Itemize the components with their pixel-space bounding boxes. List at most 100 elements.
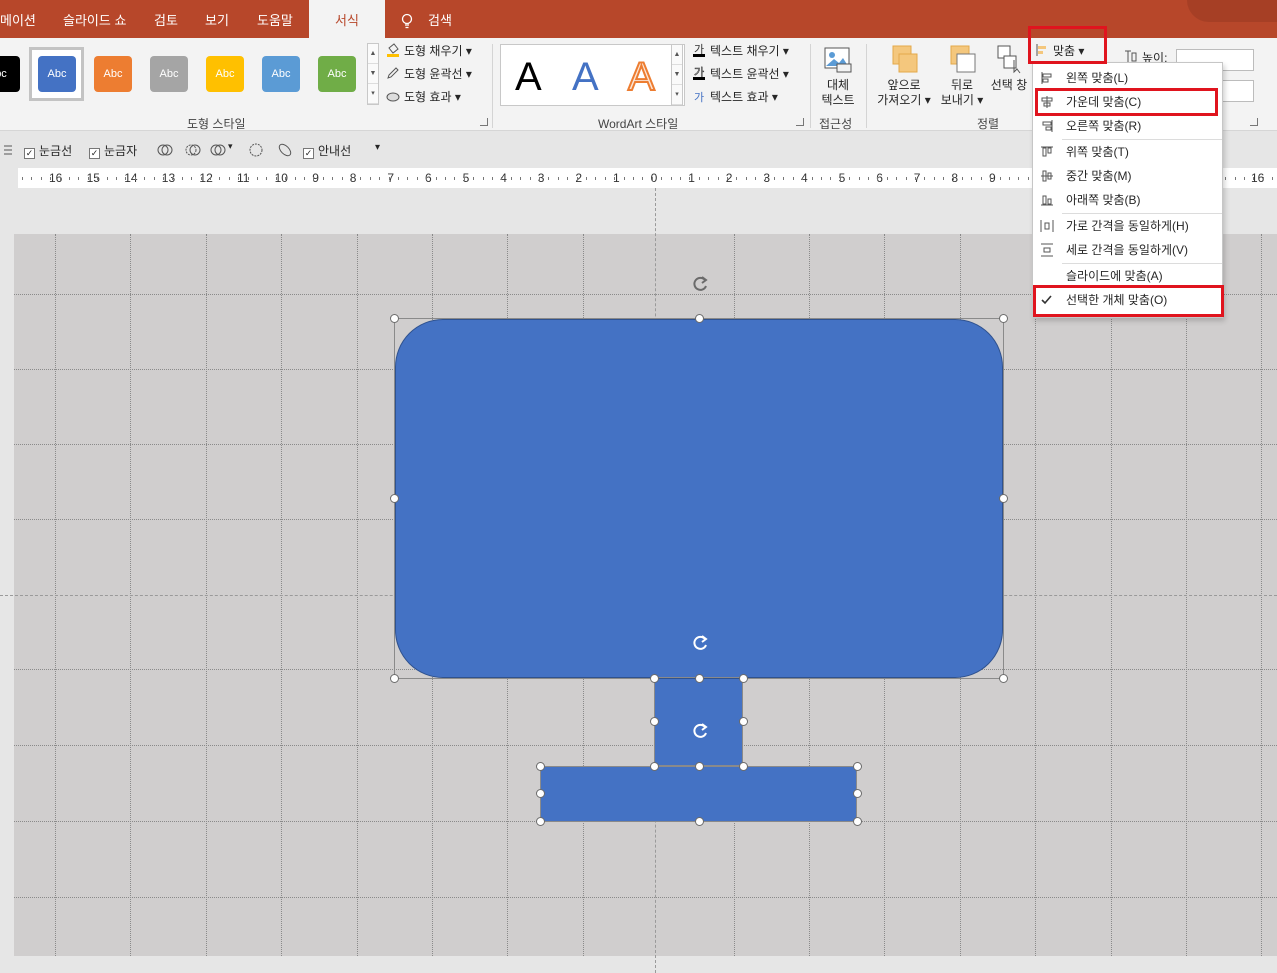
- wordart-gallery[interactable]: A A A ▲ ▼ ▾: [500, 44, 685, 106]
- union-shapes-icon[interactable]: [185, 142, 201, 158]
- guides-checkbox[interactable]: ✓ 안내선: [303, 142, 351, 159]
- resize-handle[interactable]: [389, 493, 399, 503]
- ruler-tick: [924, 177, 926, 180]
- menu-item-align-right[interactable]: 오른쪽 맞춤(R): [1033, 114, 1222, 138]
- ruler-tick: [191, 177, 193, 180]
- ribbon-separator: [810, 44, 811, 128]
- shape-style-green[interactable]: Abc: [318, 56, 356, 92]
- wordart-style-blue[interactable]: A: [572, 55, 599, 99]
- rotate-handle-icon[interactable]: [690, 633, 710, 653]
- resize-handle[interactable]: [694, 673, 704, 683]
- resize-handle[interactable]: [852, 761, 862, 771]
- ruler-tick: [971, 177, 973, 180]
- shape-style-gray[interactable]: Abc: [150, 56, 188, 92]
- text-effects-button[interactable]: 가 텍스트 효과 ▾: [692, 87, 778, 107]
- alt-text-button[interactable]: 대체 텍스트: [818, 44, 858, 108]
- menu-item-align-left[interactable]: 왼쪽 맞춤(L): [1033, 66, 1222, 90]
- resize-handle[interactable]: [738, 716, 748, 726]
- selection-pane-label: 선택 창: [990, 78, 1028, 92]
- menu-item-distribute-vertical[interactable]: 세로 간격을 동일하게(V): [1033, 238, 1222, 262]
- rotate-handle-icon[interactable]: [690, 721, 710, 741]
- shape-styles-launcher-icon[interactable]: [480, 118, 488, 126]
- menu-item-align-middle[interactable]: 중간 맞춤(M): [1033, 164, 1222, 188]
- resize-handle[interactable]: [738, 761, 748, 771]
- resize-handle[interactable]: [389, 313, 399, 323]
- shape-style-gold[interactable]: Abc: [206, 56, 244, 92]
- wordart-launcher-icon[interactable]: [796, 118, 804, 126]
- bring-forward-button[interactable]: 앞으로 가져오기 ▾: [874, 44, 934, 108]
- text-effects-label: 텍스트 효과: [710, 90, 769, 104]
- ruler-tick: [595, 177, 597, 180]
- resize-handle[interactable]: [852, 788, 862, 798]
- ruler-tick: [905, 177, 907, 180]
- combine-shapes-icon[interactable]: [210, 142, 226, 158]
- tab-format[interactable]: 서식: [309, 0, 385, 38]
- fragment-shapes-icon[interactable]: [277, 142, 293, 158]
- ruler-tick: [416, 177, 418, 180]
- text-fill-button[interactable]: 가 텍스트 채우기 ▾: [692, 41, 789, 61]
- shape-fill-button[interactable]: 도형 채우기 ▾: [386, 41, 472, 61]
- ruler-checkbox[interactable]: ✓ 눈금자: [89, 142, 137, 159]
- shape-style-label: bc: [0, 68, 7, 80]
- tab-help[interactable]: 도움말: [257, 0, 293, 38]
- ruler-tick: [341, 177, 343, 180]
- alt-text-icon: [824, 47, 852, 73]
- resize-handle[interactable]: [852, 816, 862, 826]
- wordart-style-orange-outline[interactable]: A: [627, 54, 656, 100]
- text-outline-button[interactable]: 가 텍스트 윤곽선 ▾: [692, 64, 789, 84]
- menu-item-align-top[interactable]: 위쪽 맞춤(T): [1033, 140, 1222, 164]
- shape-outline-button[interactable]: 도형 윤곽선 ▾: [386, 64, 472, 84]
- resize-handle[interactable]: [694, 761, 704, 771]
- tab-review[interactable]: 검토: [154, 0, 178, 38]
- combine-dropdown-arrow[interactable]: ▾: [228, 141, 233, 152]
- resize-handle[interactable]: [694, 313, 704, 323]
- shape-style-blue[interactable]: Abc: [38, 56, 76, 92]
- intersect-shapes-icon[interactable]: [248, 142, 264, 158]
- arrange-group-label: 정렬: [977, 117, 1000, 131]
- gridlines-checkbox[interactable]: ✓ 눈금선: [24, 142, 72, 159]
- ruler-tick: [50, 177, 52, 180]
- list-icon[interactable]: [0, 142, 16, 158]
- bring-forward-label-2: 가져오기: [877, 93, 922, 107]
- shape-style-gallery-scroll[interactable]: ▲ ▼ ▾: [367, 43, 379, 105]
- merge-shapes-icon[interactable]: [157, 142, 173, 158]
- resize-handle[interactable]: [649, 716, 659, 726]
- tab-search[interactable]: 검색: [428, 0, 452, 38]
- send-backward-button[interactable]: 뒤로 보내기 ▾: [938, 44, 986, 108]
- menu-item-align-bottom[interactable]: 아래쪽 맞춤(B): [1033, 188, 1222, 212]
- resize-handle[interactable]: [535, 788, 545, 798]
- tab-slideshow[interactable]: 슬라이드 쇼: [63, 0, 126, 38]
- ruler-tick: [210, 177, 211, 180]
- resize-handle[interactable]: [998, 493, 1008, 503]
- menu-item-label: 중간 맞춤(M): [1066, 169, 1132, 183]
- checkbox-box: ✓: [89, 148, 100, 159]
- resize-handle[interactable]: [535, 761, 545, 771]
- resize-handle[interactable]: [649, 761, 659, 771]
- wordart-style-black[interactable]: A: [515, 55, 542, 99]
- selection-pane-button[interactable]: 선택 창: [988, 44, 1030, 93]
- size-launcher-icon[interactable]: [1250, 118, 1258, 126]
- rotate-handle-icon[interactable]: [690, 274, 710, 294]
- ruler-tick: [1225, 177, 1227, 180]
- shape-style-black[interactable]: bc: [0, 56, 20, 92]
- wordart-gallery-scroll[interactable]: ▲ ▼ ▾: [671, 44, 683, 106]
- customize-toolbar-arrow[interactable]: ▾: [375, 142, 380, 153]
- resize-handle[interactable]: [535, 816, 545, 826]
- resize-handle[interactable]: [389, 673, 399, 683]
- ruler-tick: [858, 177, 860, 180]
- ruler-tick: [980, 177, 982, 180]
- resize-handle[interactable]: [738, 673, 748, 683]
- resize-handle[interactable]: [998, 673, 1008, 683]
- tab-view[interactable]: 보기: [205, 0, 229, 38]
- resize-handle[interactable]: [649, 673, 659, 683]
- shape-effects-button[interactable]: 도형 효과 ▾: [386, 87, 461, 107]
- shape-outline-label: 도형 윤곽선: [404, 67, 463, 81]
- send-backward-label-1: 뒤로: [950, 78, 974, 92]
- ruler-tick: [379, 177, 381, 180]
- resize-handle[interactable]: [694, 816, 704, 826]
- menu-item-distribute-horizontal[interactable]: 가로 간격을 동일하게(H): [1033, 214, 1222, 238]
- shape-style-orange[interactable]: Abc: [94, 56, 132, 92]
- shape-style-lightblue[interactable]: Abc: [262, 56, 300, 92]
- tab-animations[interactable]: 메이션: [0, 0, 36, 38]
- resize-handle[interactable]: [998, 313, 1008, 323]
